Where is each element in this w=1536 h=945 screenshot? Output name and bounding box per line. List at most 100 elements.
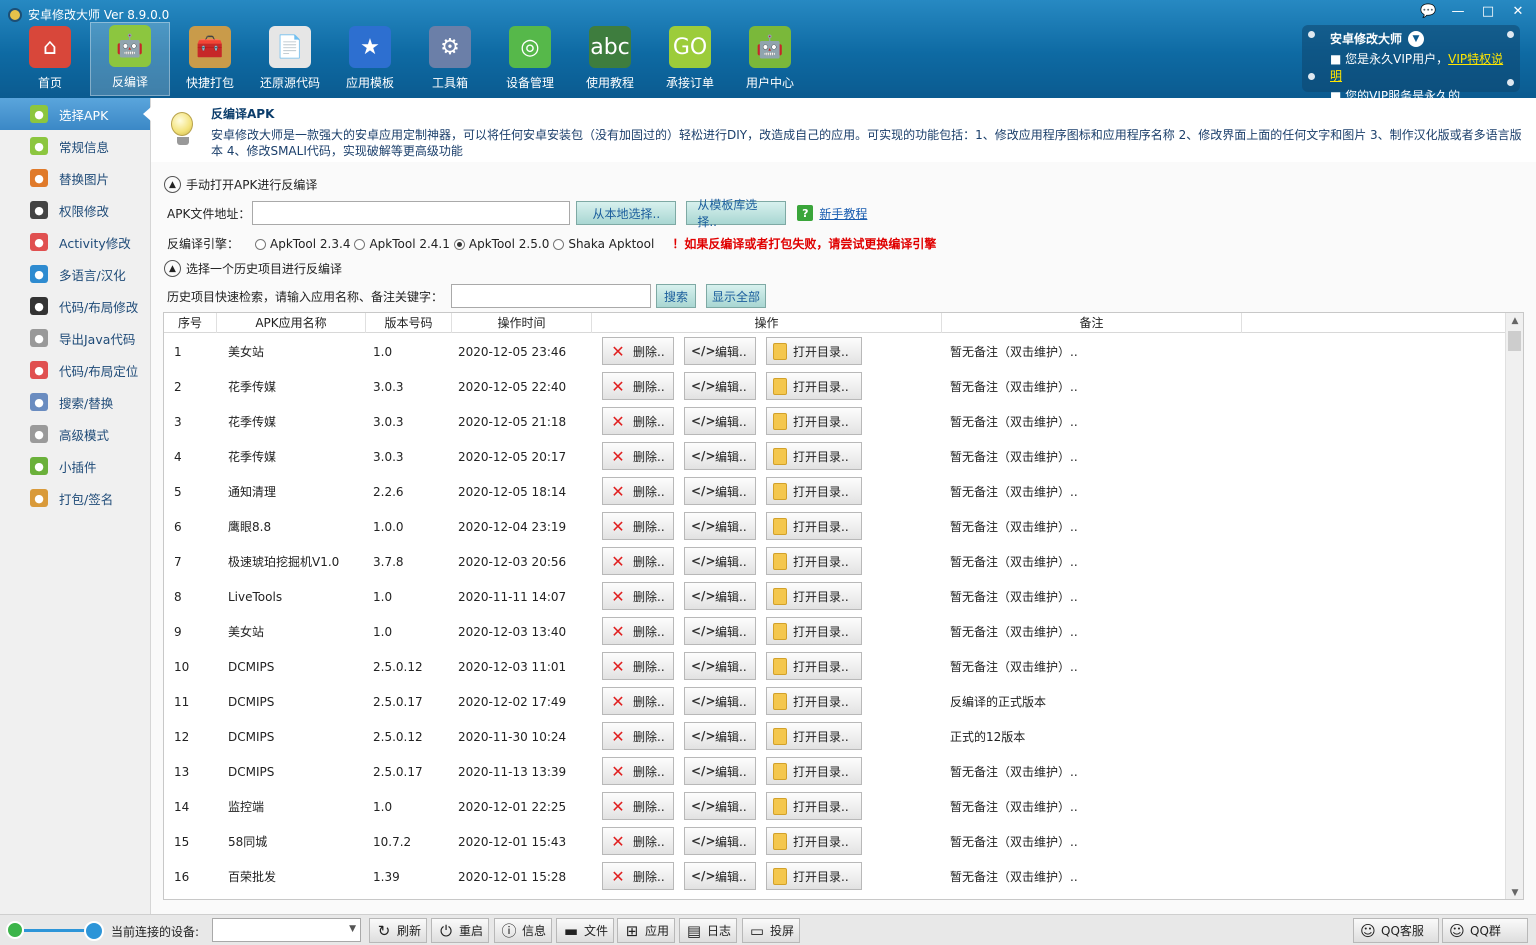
history-section-header[interactable]: ▲ 选择一个历史项目进行反编译 (164, 260, 342, 277)
edit-button[interactable]: </> 编辑.. (684, 652, 756, 680)
table-row[interactable]: 9 美女站 1.0 2020-12-03 13:40 ✕ 删除.. </> 编辑.. 打开目录.… (164, 614, 1505, 649)
edit-button[interactable]: </> 编辑.. (684, 757, 756, 785)
open-folder-button[interactable]: 打开目录.. (766, 687, 862, 715)
column-header-1[interactable]: APK应用名称 (217, 313, 366, 333)
beginner-tutorial-link[interactable]: 新手教程 (819, 205, 867, 222)
open-folder-button[interactable]: 打开目录.. (766, 372, 862, 400)
edit-button[interactable]: </> 编辑.. (684, 512, 756, 540)
close-icon[interactable]: ✕ (1510, 4, 1526, 19)
edit-button[interactable]: </> 编辑.. (684, 372, 756, 400)
apk-path-input[interactable] (252, 201, 571, 225)
delete-button[interactable]: ✕ 删除.. (602, 442, 674, 470)
table-row[interactable]: 1 美女站 1.0 2020-12-05 23:46 ✕ 删除.. </> 编辑.. 打开目录.… (164, 334, 1505, 369)
toolbar-button-1[interactable]: 🤖 反编译 (90, 22, 170, 96)
row-note[interactable]: 暂无备注（双击维护）.. (950, 483, 1078, 500)
toolbar-button-6[interactable]: ◎ 设备管理 (490, 22, 570, 96)
edit-button[interactable]: </> 编辑.. (684, 477, 756, 505)
sidebar-item-6[interactable]: ● 代码/布局修改 (0, 290, 150, 322)
row-note[interactable]: 暂无备注（双击维护）.. (950, 763, 1078, 780)
sidebar-item-4[interactable]: ● Activity修改 (0, 226, 150, 258)
delete-button[interactable]: ✕ 删除.. (602, 337, 674, 365)
maximize-icon[interactable]: □ (1480, 4, 1496, 19)
scroll-up-icon[interactable]: ▲ (1506, 313, 1523, 329)
column-header-0[interactable]: 序号 (164, 313, 217, 333)
statusbar-button-2[interactable]: ⓘ 信息 (494, 918, 552, 943)
table-row[interactable]: 11 DCMIPS 2.5.0.17 2020-12-02 17:49 ✕ 删除.. </>… (164, 684, 1505, 719)
row-note[interactable]: 暂无备注（双击维护）.. (950, 448, 1078, 465)
row-note[interactable]: 正式的12版本 (950, 728, 1025, 745)
table-row[interactable]: 5 通知清理 2.2.6 2020-12-05 18:14 ✕ 删除.. </> 编辑.. 打开… (164, 474, 1505, 509)
chevron-up-icon[interactable]: ▲ (164, 176, 181, 193)
delete-button[interactable]: ✕ 删除.. (602, 582, 674, 610)
row-note[interactable]: 暂无备注（双击维护）.. (950, 833, 1078, 850)
table-row[interactable]: 12 DCMIPS 2.5.0.12 2020-11-30 10:24 ✕ 删除.. </>… (164, 719, 1505, 754)
search-button[interactable]: 搜索 (656, 284, 697, 308)
minimize-icon[interactable]: — (1450, 4, 1466, 19)
engine-option-3[interactable]: Shaka Apktool (553, 237, 654, 251)
sidebar-item-10[interactable]: ● 高级模式 (0, 418, 150, 450)
toolbar-button-5[interactable]: ⚙ 工具箱 (410, 22, 490, 96)
column-header-2[interactable]: 版本号码 (366, 313, 452, 333)
vertical-scrollbar[interactable]: ▲ ▼ (1505, 313, 1523, 899)
engine-option-0[interactable]: ApkTool 2.3.4 (255, 237, 350, 251)
edit-button[interactable]: </> 编辑.. (684, 827, 756, 855)
delete-button[interactable]: ✕ 删除.. (602, 687, 674, 715)
delete-button[interactable]: ✕ 删除.. (602, 372, 674, 400)
table-row[interactable]: 2 花季传媒 3.0.3 2020-12-05 22:40 ✕ 删除.. </> 编辑.. 打开… (164, 369, 1505, 404)
open-folder-button[interactable]: 打开目录.. (766, 617, 862, 645)
chevron-down-icon[interactable]: ▼ (1408, 30, 1425, 47)
table-row[interactable]: 10 DCMIPS 2.5.0.12 2020-12-03 11:01 ✕ 删除.. </>… (164, 649, 1505, 684)
sidebar-item-9[interactable]: ● 搜索/替换 (0, 386, 150, 418)
feedback-icon[interactable]: 💬 (1420, 4, 1436, 19)
sidebar-item-0[interactable]: ● 选择APK (0, 98, 151, 130)
select-template-button[interactable]: 从模板库选择.. (686, 198, 787, 229)
table-row[interactable]: 6 鹰眼8.8 1.0.0 2020-12-04 23:19 ✕ 删除.. </> 编辑.. 打… (164, 509, 1505, 544)
table-row[interactable]: 7 极速琥珀挖掘机V1.0 3.7.8 2020-12-03 20:56 ✕ 删除.. </… (164, 544, 1505, 579)
statusbar-button-4[interactable]: ⊞ 应用 (617, 918, 675, 943)
toolbar-button-7[interactable]: abc 使用教程 (570, 22, 650, 96)
open-folder-button[interactable]: 打开目录.. (766, 582, 862, 610)
delete-button[interactable]: ✕ 删除.. (602, 512, 674, 540)
edit-button[interactable]: </> 编辑.. (684, 687, 756, 715)
row-note[interactable]: 暂无备注（双击维护）.. (950, 868, 1078, 885)
select-local-button[interactable]: 从本地选择.. (576, 201, 677, 225)
sidebar-item-7[interactable]: ● 导出Java代码 (0, 322, 150, 354)
delete-button[interactable]: ✕ 删除.. (602, 547, 674, 575)
open-folder-button[interactable]: 打开目录.. (766, 477, 862, 505)
table-row[interactable]: 14 监控端 1.0 2020-12-01 22:25 ✕ 删除.. </> 编辑.. 打开目录… (164, 789, 1505, 824)
table-row[interactable]: 4 花季传媒 3.0.3 2020-12-05 20:17 ✕ 删除.. </> 编辑.. 打开… (164, 439, 1505, 474)
delete-button[interactable]: ✕ 删除.. (602, 722, 674, 750)
sidebar-item-11[interactable]: ● 小插件 (0, 450, 150, 482)
sidebar-item-2[interactable]: ● 替换图片 (0, 162, 150, 194)
open-folder-button[interactable]: 打开目录.. (766, 652, 862, 680)
row-note[interactable]: 暂无备注（双击维护）.. (950, 553, 1078, 570)
table-row[interactable]: 3 花季传媒 3.0.3 2020-12-05 21:18 ✕ 删除.. </> 编辑.. 打开… (164, 404, 1505, 439)
sidebar-item-12[interactable]: ● 打包/签名 (0, 482, 150, 514)
sidebar-item-8[interactable]: ● 代码/布局定位 (0, 354, 150, 386)
open-folder-button[interactable]: 打开目录.. (766, 547, 862, 575)
open-folder-button[interactable]: 打开目录.. (766, 722, 862, 750)
toolbar-button-3[interactable]: 📄 还原源代码 (250, 22, 330, 96)
scrollbar-thumb[interactable] (1508, 331, 1521, 351)
statusbar-button-0[interactable]: ↻ 刷新 (369, 918, 427, 943)
open-folder-button[interactable]: 打开目录.. (766, 792, 862, 820)
toolbar-button-8[interactable]: GO 承接订单 (650, 22, 730, 96)
statusbar-button-5[interactable]: ▤ 日志 (679, 918, 737, 943)
column-header-5[interactable]: 备注 (942, 313, 1242, 333)
row-note[interactable]: 暂无备注（双击维护）.. (950, 658, 1078, 675)
open-folder-button[interactable]: 打开目录.. (766, 512, 862, 540)
open-folder-button[interactable]: 打开目录.. (766, 337, 862, 365)
row-note[interactable]: 反编译的正式版本 (950, 693, 1046, 710)
toolbar-button-0[interactable]: ⌂ 首页 (10, 22, 90, 96)
delete-button[interactable]: ✕ 删除.. (602, 652, 674, 680)
toolbar-button-4[interactable]: ★ 应用模板 (330, 22, 410, 96)
delete-button[interactable]: ✕ 删除.. (602, 792, 674, 820)
statusbar-button-3[interactable]: ▬ 文件 (556, 918, 614, 943)
statusbar-button-6[interactable]: ▭ 投屏 (742, 918, 800, 943)
radio-button[interactable] (354, 238, 366, 250)
column-header-4[interactable]: 操作 (592, 313, 942, 333)
edit-button[interactable]: </> 编辑.. (684, 442, 756, 470)
edit-button[interactable]: </> 编辑.. (684, 862, 756, 890)
statusbar-button-1[interactable]: ⏻ 重启 (431, 918, 489, 943)
column-header-3[interactable]: 操作时间 (452, 313, 592, 333)
